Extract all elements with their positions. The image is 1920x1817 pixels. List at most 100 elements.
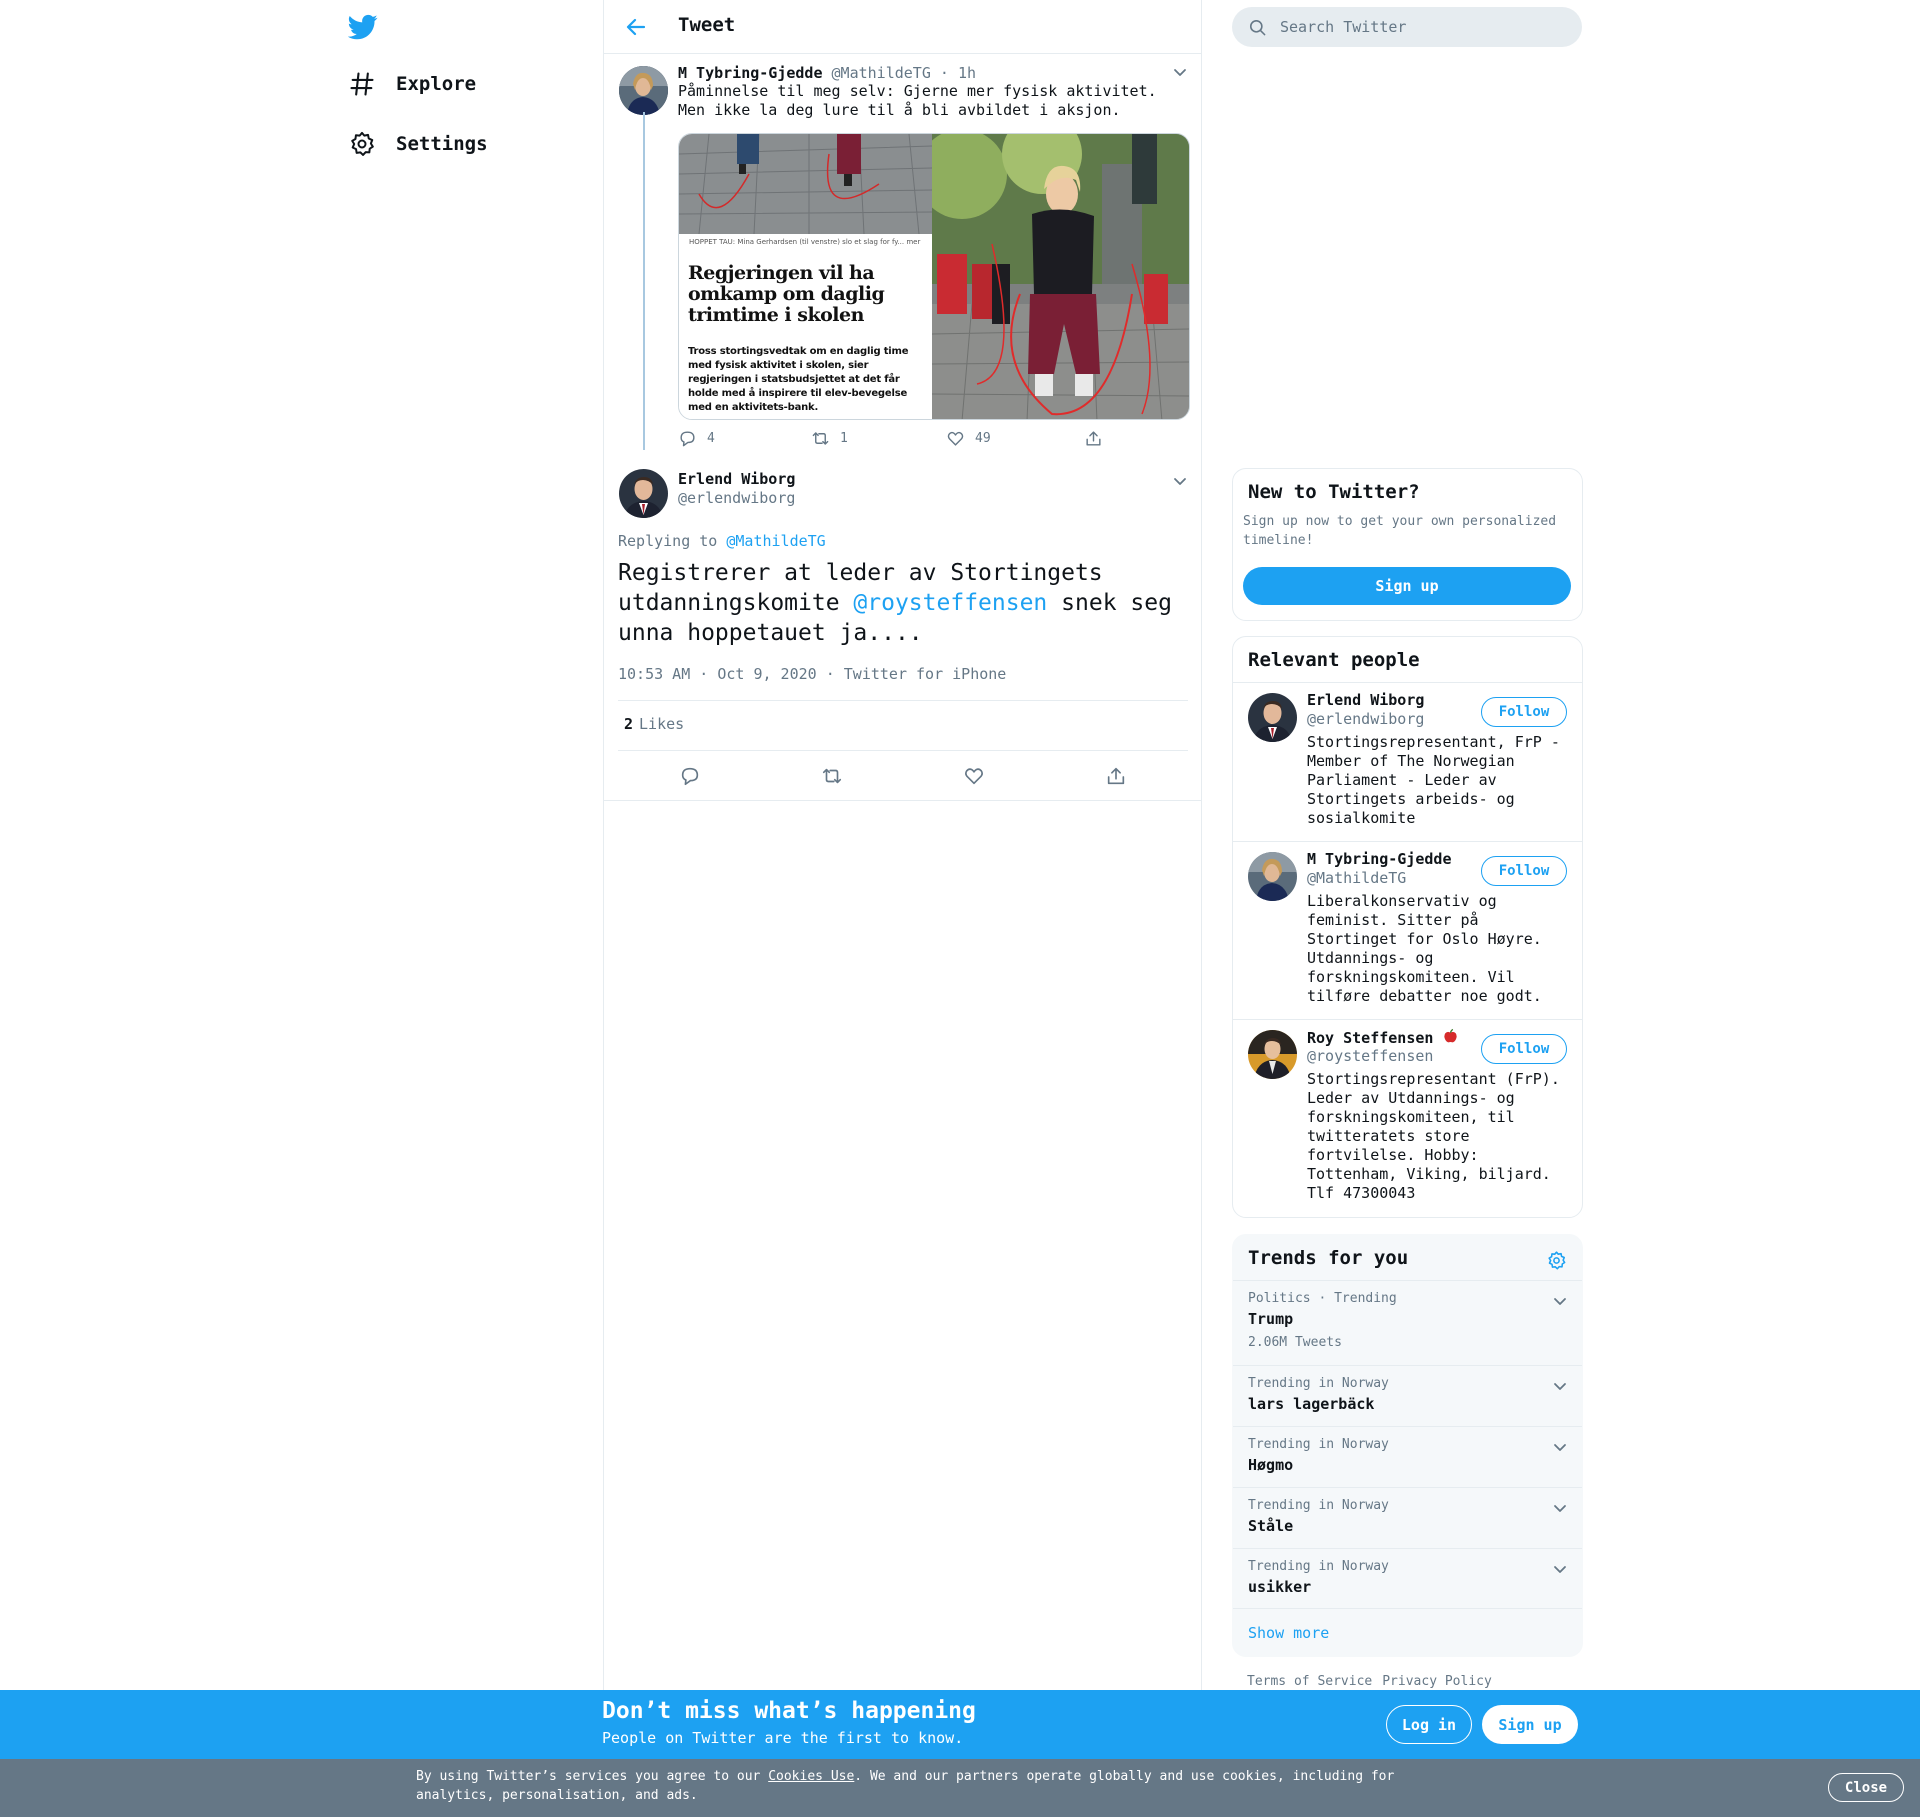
retweet-count: 1 bbox=[840, 431, 848, 446]
reply-action[interactable]: 4 bbox=[678, 429, 715, 448]
news-screenshot[interactable]: HOPPET TAU: Mina Gerhardsen (til venstre… bbox=[679, 134, 932, 419]
new-to-twitter-card: New to Twitter? Sign up now to get your … bbox=[1232, 468, 1583, 621]
chevron-down-icon[interactable] bbox=[1551, 1377, 1569, 1395]
trends-card: Trends for you Politics · Trending Trump… bbox=[1232, 1234, 1583, 1657]
gear-icon bbox=[348, 130, 376, 158]
replying-to-link[interactable]: @MathildeTG bbox=[726, 532, 825, 550]
photo-jump-rope[interactable] bbox=[932, 134, 1189, 419]
retweet-icon bbox=[811, 429, 830, 448]
person-item[interactable]: Roy Steffensen @roysteffensen Stortingsr… bbox=[1233, 1019, 1582, 1217]
trend-meta: Trending in Norway bbox=[1248, 1498, 1389, 1513]
twitter-bird-icon[interactable] bbox=[348, 12, 378, 42]
chevron-down-icon[interactable] bbox=[1171, 63, 1189, 81]
tweet-source[interactable]: Twitter for iPhone bbox=[844, 665, 1007, 683]
cookies-use-link[interactable]: Cookies Use bbox=[768, 1769, 854, 1784]
likes-count: 2 bbox=[624, 715, 634, 733]
trend-item[interactable]: Trending in Norway usikker bbox=[1233, 1548, 1582, 1609]
relevant-people-card: Relevant people Erlend Wiborg @erlendwib… bbox=[1232, 636, 1583, 1218]
trend-name: usikker bbox=[1248, 1578, 1312, 1596]
reply-icon bbox=[678, 429, 697, 448]
trend-item[interactable]: Trending in Norway Ståle bbox=[1233, 1487, 1582, 1548]
author-name[interactable]: Erlend Wiborg bbox=[678, 470, 795, 488]
trend-item[interactable]: Trending in Norway Høgmo bbox=[1233, 1426, 1582, 1487]
nav-explore-label: Explore bbox=[396, 73, 477, 95]
share-action[interactable] bbox=[1084, 429, 1103, 448]
chevron-down-icon[interactable] bbox=[1551, 1292, 1569, 1310]
terms-link[interactable]: Terms of Service bbox=[1247, 1674, 1372, 1689]
footer-links: Terms of Service Privacy Policy bbox=[1247, 1674, 1502, 1689]
tweet-time[interactable]: 1h bbox=[958, 64, 976, 82]
news-headline: Regjeringen vil ha omkamp om daglig trim… bbox=[688, 262, 885, 326]
nav-settings[interactable]: Settings bbox=[348, 130, 488, 158]
like-action[interactable]: 49 bbox=[946, 429, 991, 448]
share-icon[interactable] bbox=[1105, 765, 1127, 787]
replying-to: Replying to @MathildeTG bbox=[618, 532, 826, 550]
heart-icon[interactable] bbox=[963, 765, 985, 787]
mention-link[interactable]: @roysteffensen bbox=[853, 590, 1047, 616]
card-title: New to Twitter? bbox=[1248, 481, 1420, 503]
left-nav: Explore Settings bbox=[340, 0, 590, 1690]
tweet-media[interactable]: HOPPET TAU: Mina Gerhardsen (til venstre… bbox=[678, 133, 1190, 420]
trend-item[interactable]: Politics · Trending Trump 2.06M Tweets bbox=[1233, 1280, 1582, 1365]
follow-button[interactable]: Follow bbox=[1481, 697, 1567, 727]
person-item[interactable]: M Tybring-Gjedde @MathildeTG Liberalkons… bbox=[1233, 841, 1582, 1019]
gear-icon[interactable] bbox=[1546, 1250, 1567, 1271]
follow-button[interactable]: Follow bbox=[1481, 856, 1567, 886]
show-more-link[interactable]: Show more bbox=[1248, 1624, 1329, 1642]
search-box[interactable] bbox=[1232, 7, 1582, 47]
close-button[interactable]: Close bbox=[1828, 1773, 1904, 1802]
avatar[interactable] bbox=[1248, 852, 1297, 901]
main-column: Tweet M Tybring-Gjedde @MathildeTG · 1h … bbox=[603, 0, 1202, 1690]
trend-meta: Trending in Norway bbox=[1248, 1559, 1389, 1574]
follow-button[interactable]: Follow bbox=[1481, 1034, 1567, 1064]
signup-banner: Don’t miss what’s happening People on Tw… bbox=[0, 1690, 1920, 1759]
person-handle[interactable]: @roysteffensen bbox=[1307, 1047, 1433, 1065]
chevron-down-icon[interactable] bbox=[1551, 1560, 1569, 1578]
avatar[interactable] bbox=[1248, 693, 1297, 742]
chevron-down-icon[interactable] bbox=[1171, 472, 1189, 490]
person-item[interactable]: Erlend Wiborg @erlendwiborg Stortingsrep… bbox=[1233, 682, 1582, 841]
separator: · bbox=[939, 64, 949, 82]
person-name[interactable]: Roy Steffensen bbox=[1307, 1028, 1459, 1047]
privacy-link[interactable]: Privacy Policy bbox=[1382, 1674, 1492, 1689]
cookie-banner: By using Twitter’s services you agree to… bbox=[0, 1759, 1920, 1817]
person-handle[interactable]: @MathildeTG bbox=[1307, 869, 1406, 887]
sign-up-button[interactable]: Sign up bbox=[1243, 567, 1571, 605]
retweet-icon[interactable] bbox=[821, 765, 843, 787]
tweet-author[interactable]: Erlend Wiborg @erlendwiborg bbox=[678, 470, 795, 507]
chevron-down-icon[interactable] bbox=[1551, 1499, 1569, 1517]
sign-up-button[interactable]: Sign up bbox=[1482, 1705, 1578, 1744]
trend-count: 2.06M Tweets bbox=[1248, 1335, 1342, 1350]
back-arrow-icon[interactable] bbox=[624, 15, 648, 39]
news-lede: Tross stortingsvedtak om en daglig time … bbox=[688, 346, 909, 413]
avatar[interactable] bbox=[619, 469, 668, 518]
log-in-button[interactable]: Log in bbox=[1386, 1705, 1472, 1744]
card-title: Relevant people bbox=[1248, 649, 1420, 671]
author-handle[interactable]: @MathildeTG bbox=[832, 64, 931, 82]
likes-summary[interactable]: 2 Likes bbox=[624, 715, 684, 733]
author-handle[interactable]: @erlendwiborg bbox=[678, 489, 795, 507]
person-handle[interactable]: @erlendwiborg bbox=[1307, 710, 1424, 728]
retweet-action[interactable]: 1 bbox=[811, 429, 848, 448]
tweet-timestamp[interactable]: 10:53 AM · Oct 9, 2020 bbox=[618, 665, 817, 683]
nav-settings-label: Settings bbox=[396, 133, 488, 155]
person-bio: Liberalkonservativ og feminist. Sitter p… bbox=[1307, 892, 1542, 1005]
nav-explore[interactable]: Explore bbox=[348, 70, 476, 98]
reply-icon[interactable] bbox=[679, 765, 701, 787]
trend-item[interactable]: Trending in Norway lars lagerbäck bbox=[1233, 1365, 1582, 1426]
main-header: Tweet bbox=[604, 0, 1202, 54]
person-name-text: Roy Steffensen bbox=[1307, 1029, 1434, 1047]
author-name[interactable]: M Tybring-Gjedde bbox=[678, 64, 823, 82]
person-name[interactable]: M Tybring-Gjedde bbox=[1307, 850, 1452, 868]
tweet-text: Registrerer at leder av Stortingets utda… bbox=[618, 558, 1188, 648]
news-caption: HOPPET TAU: Mina Gerhardsen (til venstre… bbox=[689, 238, 921, 246]
page-title: Tweet bbox=[678, 14, 736, 36]
person-name[interactable]: Erlend Wiborg bbox=[1307, 691, 1424, 709]
chevron-down-icon[interactable] bbox=[1551, 1438, 1569, 1456]
search-input[interactable] bbox=[1280, 7, 1570, 47]
person-bio: Stortingsrepresentant (FrP). Leder av Ut… bbox=[1307, 1070, 1560, 1202]
avatar[interactable] bbox=[619, 66, 668, 115]
divider bbox=[618, 750, 1188, 751]
avatar[interactable] bbox=[1248, 1030, 1297, 1079]
trend-meta: Trending in Norway bbox=[1248, 1376, 1389, 1391]
